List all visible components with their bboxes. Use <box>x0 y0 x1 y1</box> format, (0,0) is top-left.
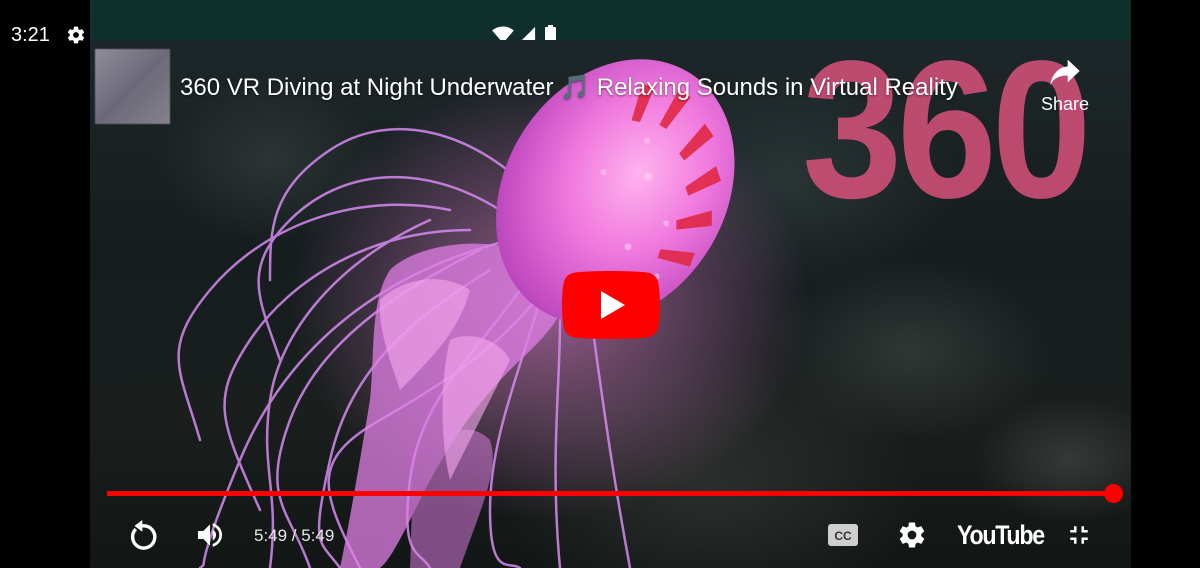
status-bar-background <box>90 0 1131 40</box>
share-button[interactable]: Share <box>1030 58 1100 128</box>
settings-gear-icon[interactable] <box>897 520 927 550</box>
play-button[interactable] <box>562 271 660 339</box>
progress-bar[interactable] <box>107 491 1114 496</box>
share-label: Share <box>1040 94 1090 114</box>
svg-text:CC: CC <box>834 529 852 543</box>
video-title[interactable]: 360 VR Diving at Night Underwater 🎵 Rela… <box>180 73 958 102</box>
status-time: 3:21 <box>11 24 50 46</box>
volume-icon[interactable] <box>193 519 227 551</box>
exit-fullscreen-icon[interactable] <box>1064 520 1094 550</box>
youtube-logo[interactable]: YouTube <box>957 520 1045 551</box>
closed-captions-icon[interactable]: CC <box>827 523 859 547</box>
channel-avatar[interactable] <box>95 49 170 124</box>
progress-fill <box>107 491 1114 496</box>
progress-scrubber-handle[interactable] <box>1104 484 1123 503</box>
replay-icon[interactable] <box>127 518 159 552</box>
screen: 3:21 360 360 VR Diving at Night Underwat… <box>0 0 1200 568</box>
share-icon <box>1050 59 1080 85</box>
time-display: 5:49 / 5:49 <box>254 526 335 545</box>
gear-icon <box>67 26 85 44</box>
